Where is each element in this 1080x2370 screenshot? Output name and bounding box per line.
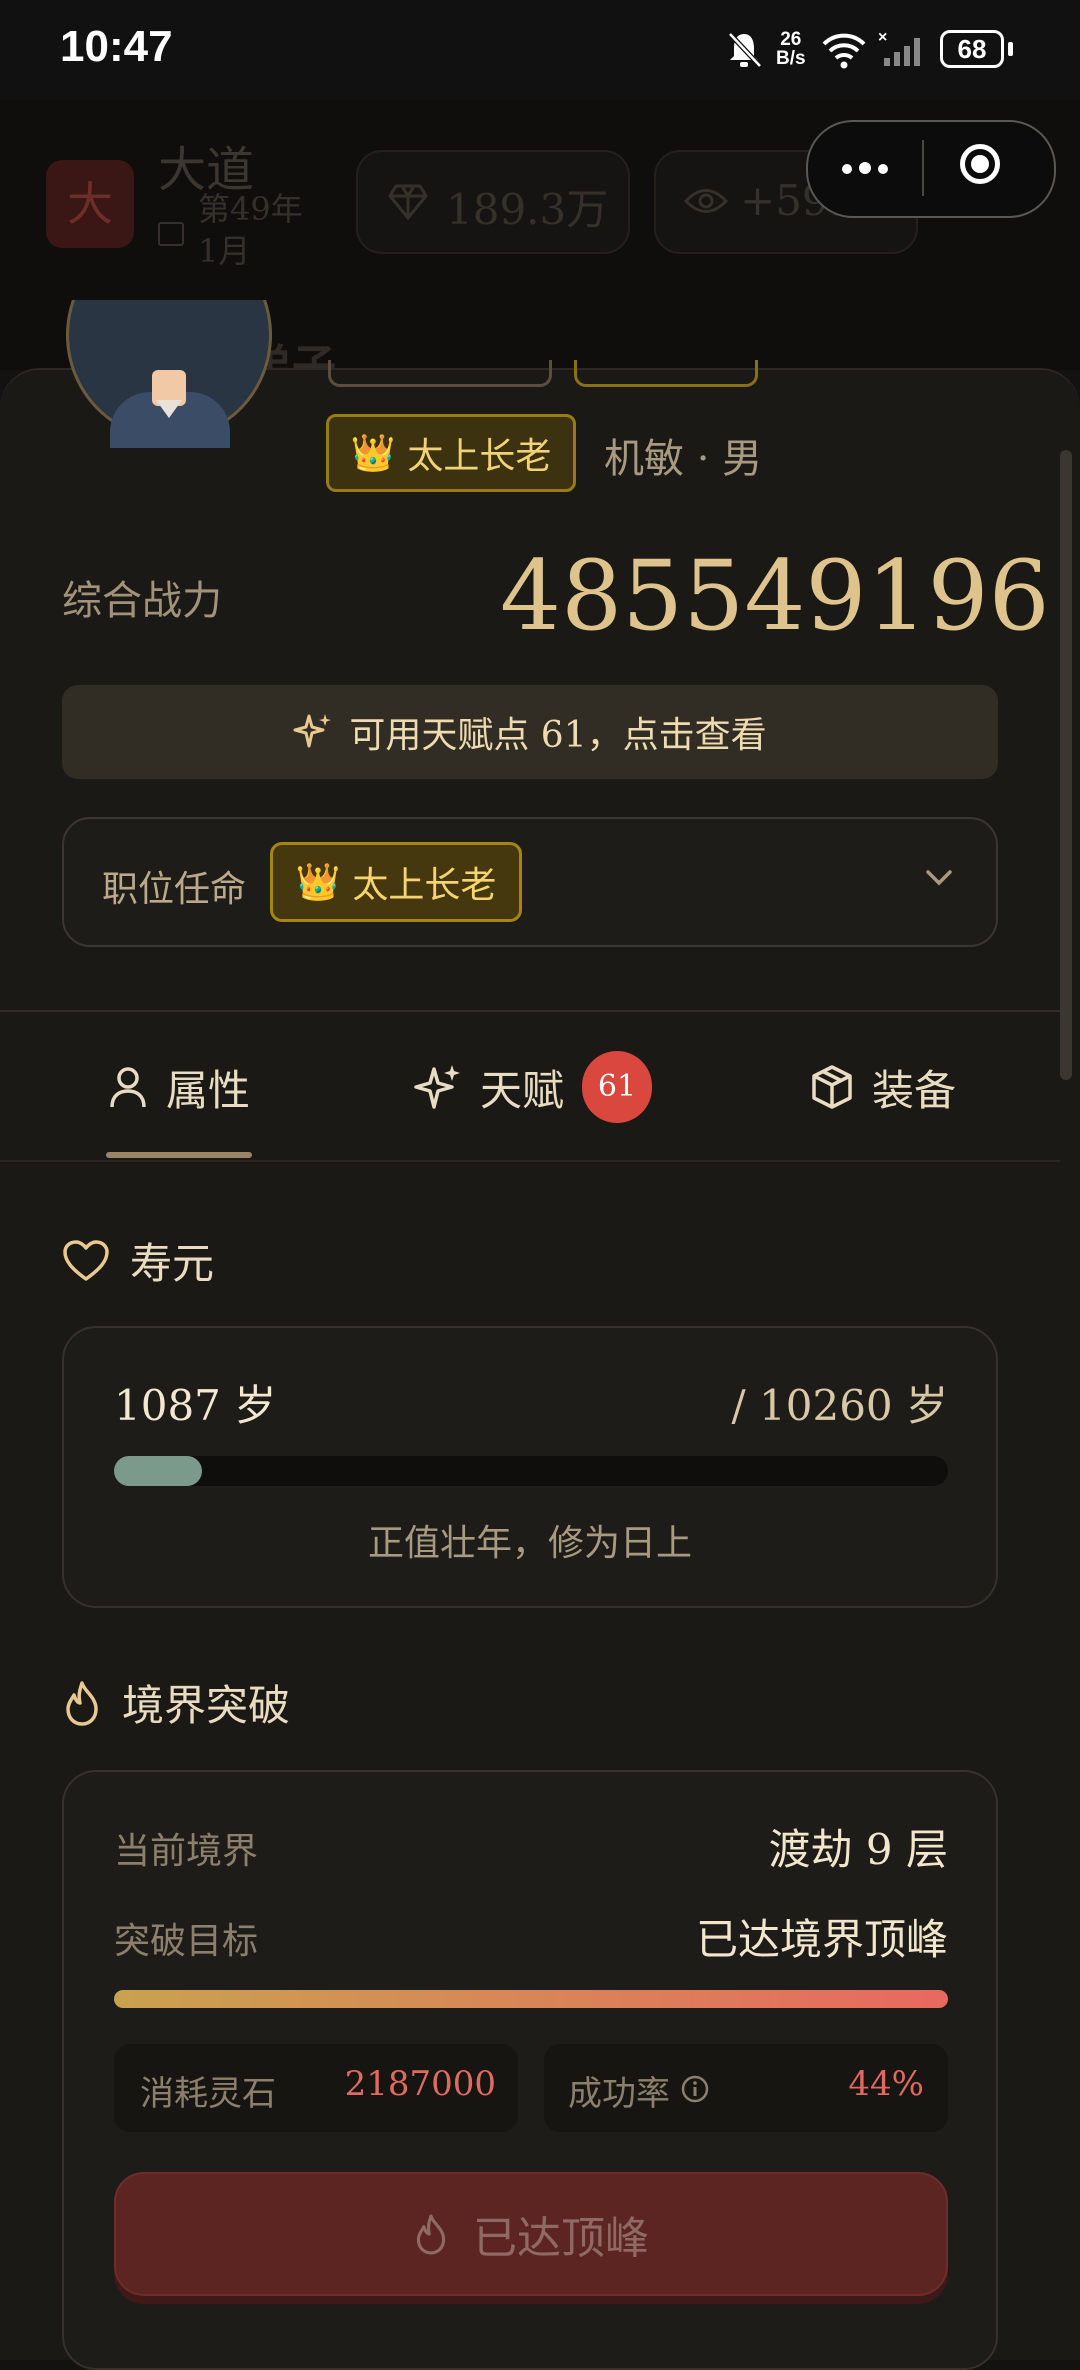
flame-icon bbox=[416, 2214, 446, 2255]
post-selected-value[interactable]: 👑 太上长老 bbox=[270, 842, 522, 922]
tab-label: 装备 bbox=[872, 1065, 957, 1115]
more-icon-dot bbox=[842, 164, 852, 174]
lifespan-progress-track bbox=[114, 1456, 948, 1486]
close-target-icon-inner bbox=[971, 155, 989, 173]
calendar-icon bbox=[158, 222, 184, 246]
gem-value: 189.3万 bbox=[446, 185, 609, 234]
post-label: 职位任命 bbox=[102, 869, 247, 910]
info-icon[interactable] bbox=[680, 2074, 710, 2104]
lifespan-note: 正值壮年，修为日上 bbox=[367, 1523, 692, 1564]
wifi-icon bbox=[822, 33, 866, 69]
notification-badge: 61 bbox=[582, 1051, 653, 1123]
trait-gender: 机敏 · 男 bbox=[604, 436, 763, 482]
talent-hint-text: 可用天赋点 61，点击查看 bbox=[349, 715, 767, 756]
tag-partial bbox=[328, 360, 552, 387]
max-age: / 10260 岁 bbox=[731, 1381, 948, 1430]
sect-avatar: 大 bbox=[46, 160, 134, 248]
more-icon-dot bbox=[878, 164, 888, 174]
crown-icon: 👑 bbox=[295, 862, 341, 903]
capsule-divider bbox=[922, 140, 924, 196]
heart-icon bbox=[63, 1239, 109, 1281]
net-speed-value: 26 bbox=[780, 29, 802, 50]
cost-label: 消耗灵石 bbox=[140, 2074, 276, 2114]
tab-equipment[interactable]: 装备 bbox=[810, 1052, 956, 1122]
current-age: 1087 岁 bbox=[114, 1381, 277, 1430]
sparkle-icon bbox=[293, 714, 332, 748]
svg-text:×: × bbox=[878, 29, 887, 46]
power-label: 综合战力 bbox=[62, 578, 222, 624]
signal-icon: × bbox=[878, 29, 920, 66]
battery-tip bbox=[1008, 42, 1013, 56]
success-rate-value: 44% bbox=[848, 2064, 924, 2104]
avatar bbox=[66, 300, 276, 448]
breakthrough-button[interactable]: 已达顶峰 bbox=[114, 2172, 948, 2296]
more-icon[interactable] bbox=[859, 162, 871, 174]
target-realm-label: 突破目标 bbox=[114, 1921, 259, 1962]
lifespan-section-title: 寿元 bbox=[62, 1230, 214, 1291]
realm-section-title: 境界突破 bbox=[62, 1672, 290, 1733]
tab-talent[interactable]: 天赋 61 bbox=[414, 1051, 653, 1123]
rank-label: 太上长老 bbox=[407, 436, 552, 477]
sect-date: 第49年 1月 bbox=[198, 190, 303, 270]
status-time: 10:47 bbox=[60, 22, 173, 71]
tab-attributes[interactable]: 属性 bbox=[108, 1052, 250, 1122]
button-label: 已达顶峰 bbox=[473, 2213, 649, 2264]
gem-icon bbox=[388, 184, 428, 220]
section-title-text: 寿元 bbox=[130, 1239, 215, 1288]
eye-icon bbox=[684, 189, 728, 213]
crown-icon: 👑 bbox=[350, 433, 396, 474]
target-realm-value: 已达境界顶峰 bbox=[695, 1915, 948, 1964]
chevron-down-icon[interactable] bbox=[924, 868, 954, 888]
network-speed: 26 B/s bbox=[776, 30, 806, 68]
scrollbar[interactable] bbox=[1060, 450, 1072, 1080]
current-realm-label: 当前境界 bbox=[114, 1831, 259, 1872]
talent-points-button[interactable]: 可用天赋点 61，点击查看 bbox=[62, 685, 998, 779]
package-icon bbox=[812, 1065, 852, 1109]
current-realm-value: 渡劫 9 层 bbox=[768, 1825, 948, 1874]
success-rate-label: 成功率 bbox=[568, 2074, 670, 2114]
realm-progress-bar bbox=[114, 1990, 948, 2008]
rank-badge: 👑 太上长老 bbox=[326, 414, 576, 492]
tab-label: 属性 bbox=[166, 1065, 251, 1115]
divider bbox=[0, 1160, 1060, 1162]
power-value: 485549196 bbox=[500, 540, 1050, 652]
section-title-text: 境界突破 bbox=[122, 1681, 291, 1730]
tab-label: 天赋 bbox=[480, 1065, 565, 1115]
lifespan-progress-fill bbox=[114, 1456, 202, 1486]
cost-value: 2187000 bbox=[344, 2064, 496, 2104]
tag-partial bbox=[574, 360, 758, 387]
user-icon bbox=[110, 1067, 146, 1108]
mute-bell-icon bbox=[728, 32, 762, 68]
active-tab-indicator bbox=[106, 1152, 252, 1158]
divider bbox=[0, 1010, 1060, 1012]
post-value-label: 太上长老 bbox=[352, 865, 497, 906]
battery-indicator: 68 bbox=[940, 30, 1004, 68]
sparkle-icon bbox=[414, 1065, 460, 1109]
net-speed-unit: B/s bbox=[776, 48, 806, 69]
flame-icon bbox=[66, 1680, 98, 1726]
